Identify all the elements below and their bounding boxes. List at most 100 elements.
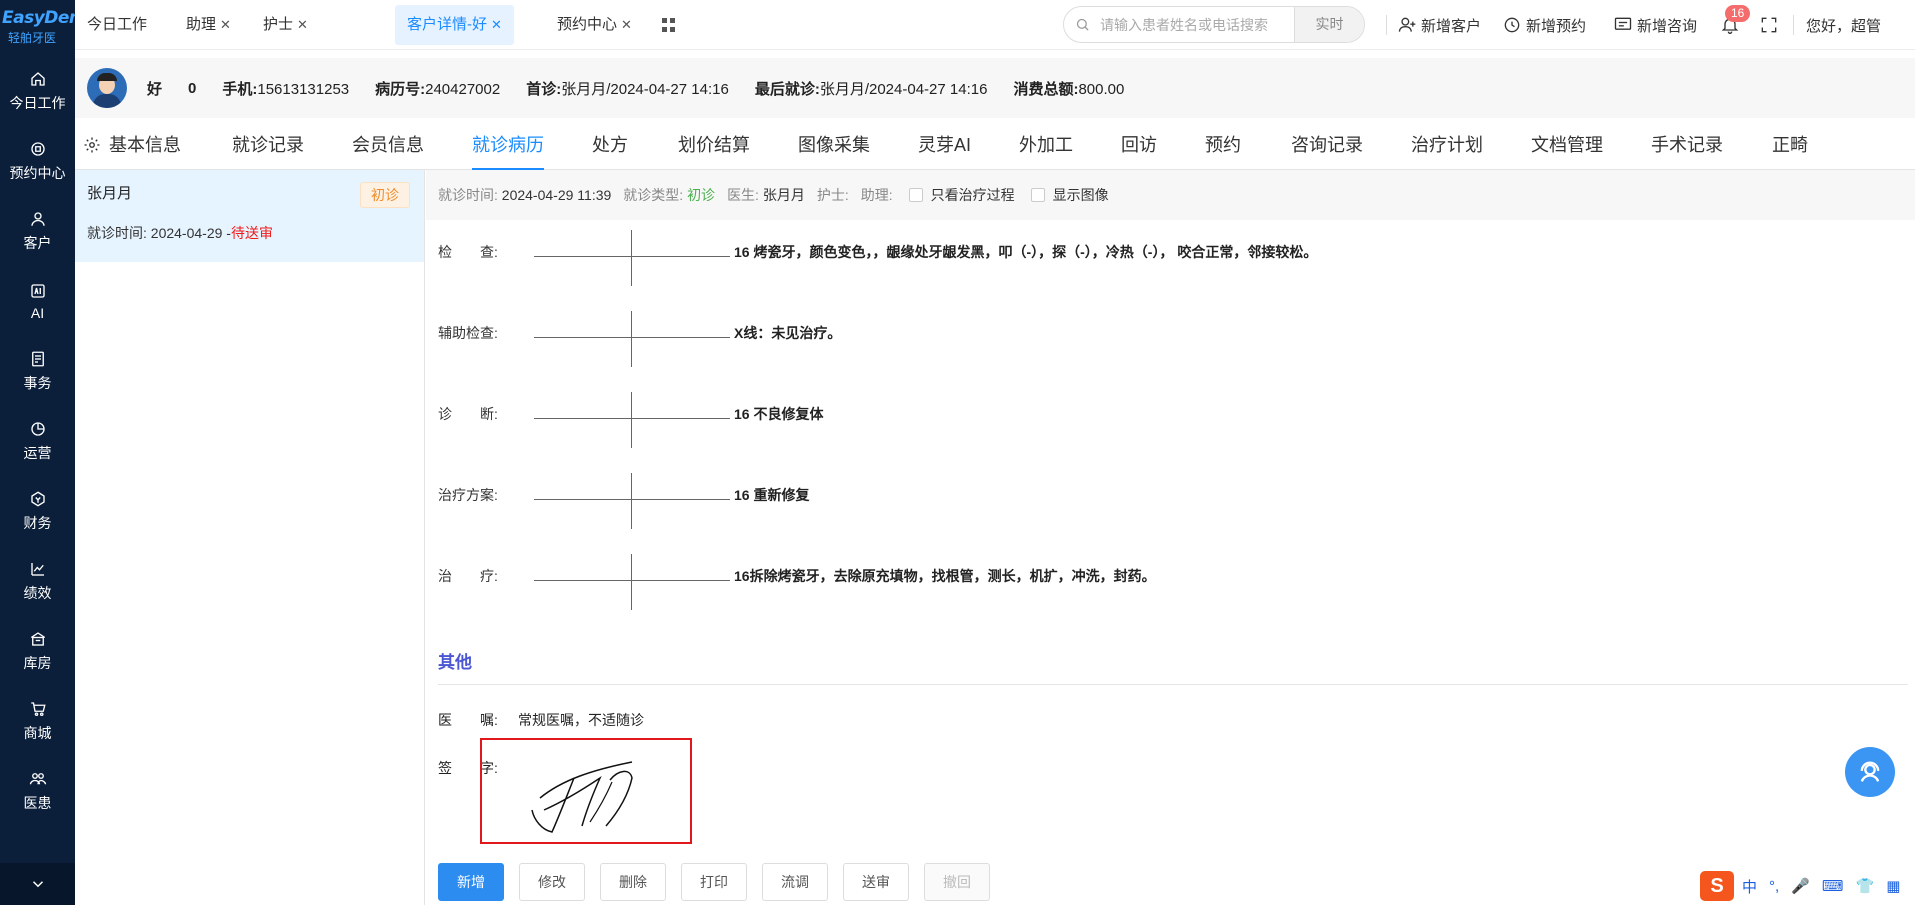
tab-image-capture[interactable]: 图像采集	[798, 120, 870, 170]
doctor-patient-icon	[29, 772, 46, 784]
sidebar-item-9[interactable]: 商城	[0, 686, 75, 756]
sidebar-item-5[interactable]: 运营	[0, 406, 75, 476]
new-appointment-button[interactable]: 新增预约	[1502, 0, 1586, 50]
close-icon[interactable]: ✕	[297, 17, 308, 32]
shirt-icon[interactable]: 👕	[1856, 877, 1875, 895]
tab-prescription[interactable]: 处方	[592, 120, 628, 170]
tab-basic-info[interactable]: 基本信息	[83, 120, 181, 170]
list-item[interactable]: 张月月 初诊 就诊时间: 2024-04-29 -待送审	[75, 170, 424, 262]
chevron-down-icon	[32, 881, 43, 888]
field-label: 医 嘱:	[438, 712, 498, 728]
pie-chart-icon	[30, 421, 45, 436]
new-consult-label: 新增咨询	[1637, 17, 1698, 35]
user-menu[interactable]: 您好，超管	[1806, 0, 1881, 50]
user-icon	[30, 211, 45, 226]
sidebar-item-0[interactable]: 今日工作	[0, 56, 75, 126]
sidebar-item-1[interactable]: 预约中心	[0, 126, 75, 196]
tooth-position-chart[interactable]	[534, 392, 730, 448]
tooth-position-chart[interactable]	[534, 311, 730, 367]
field-label: 治疗方案:	[438, 487, 498, 503]
sidebar-item-2[interactable]: 客户	[0, 196, 75, 266]
add-button[interactable]: 新增	[438, 863, 504, 901]
tab-assistant[interactable]: 助理 ✕	[174, 5, 243, 45]
brand-subtitle: 轻舶牙医	[8, 31, 57, 45]
cart-icon	[30, 701, 46, 716]
delete-button[interactable]: 删除	[600, 863, 666, 901]
left-sidebar: EasyDent 轻舶牙医 今日工作 预约中心 客户 AI 事务 运营 财务 绩效库房商城 医患	[0, 0, 89, 905]
field-label: 辅助检查:	[438, 325, 498, 341]
sidebar-item-10[interactable]: 医患	[0, 756, 75, 826]
close-icon[interactable]: ✕	[220, 17, 231, 32]
field-label: 诊 断:	[438, 406, 498, 422]
tab-pricing[interactable]: 划价结算	[678, 120, 750, 170]
doctor-label: 医生:	[727, 187, 759, 203]
realtime-button[interactable]: 实时	[1294, 7, 1364, 42]
ime-toolbar[interactable]: S 中 °, 🎤 ⌨ 👕 ▦	[1700, 870, 1912, 902]
keyboard-icon[interactable]: ⌨	[1822, 877, 1844, 895]
tab-today-work[interactable]: 今日工作	[75, 5, 159, 45]
tab-visit-records[interactable]: 就诊记录	[232, 120, 304, 170]
tab-follow-up[interactable]: 回访	[1121, 120, 1157, 170]
sidebar-item-label: 库房	[23, 654, 52, 671]
tab-documents[interactable]: 文档管理	[1531, 120, 1603, 170]
epidemiology-button[interactable]: 流调	[762, 863, 828, 901]
tab-nurse[interactable]: 护士 ✕	[251, 5, 320, 45]
tab-orthodontics[interactable]: 正畸	[1772, 120, 1808, 170]
ime-language[interactable]: 中	[1742, 876, 1757, 897]
edit-button[interactable]: 修改	[519, 863, 585, 901]
submit-review-button[interactable]: 送审	[843, 863, 909, 901]
patient-first-visit: 首诊:张月月/2024-04-27 14:16	[526, 80, 729, 98]
add-clock-icon	[1504, 17, 1520, 33]
withdraw-button[interactable]: 撤回	[924, 863, 990, 901]
customer-service-button[interactable]	[1845, 747, 1895, 797]
tab-surgery-records[interactable]: 手术记录	[1651, 120, 1723, 170]
patient-phone: 手机:15613131253	[222, 80, 350, 98]
sidebar-expand-button[interactable]	[0, 863, 75, 905]
field-advice: 医 嘱: 常规医嘱，不适随诊	[438, 710, 644, 730]
sidebar-item-4[interactable]: 事务	[0, 336, 75, 406]
sidebar-item-7[interactable]: 绩效	[0, 546, 75, 616]
task-icon	[31, 351, 44, 366]
close-icon[interactable]: ✕	[621, 17, 632, 32]
ime-punctuation[interactable]: °,	[1769, 878, 1779, 895]
tab-lingya-ai[interactable]: 灵芽AI	[918, 120, 971, 170]
tab-customer-detail[interactable]: 客户详情-好 ✕	[395, 5, 514, 45]
brand-logo[interactable]: EasyDent 轻舶牙医	[0, 0, 89, 56]
tab-appointment[interactable]: 预约	[1205, 120, 1241, 170]
sidebar-item-3[interactable]: AI	[0, 266, 75, 336]
patient-total-spend: 消费总额:800.00	[1013, 80, 1125, 98]
home-icon	[30, 71, 45, 86]
tab-appointment-center[interactable]: 预约中心 ✕	[545, 5, 644, 45]
search-input[interactable]	[1100, 7, 1294, 42]
new-customer-button[interactable]: 新增客户	[1397, 0, 1481, 50]
tooth-position-chart[interactable]	[534, 473, 730, 529]
visit-record-list: 张月月 初诊 就诊时间: 2024-04-29 -待送审	[75, 170, 425, 905]
record-time: 就诊时间: 2024-04-29 -待送审	[87, 225, 273, 241]
sidebar-item-6[interactable]: 财务	[0, 476, 75, 546]
apps-icon[interactable]: ▦	[1886, 877, 1900, 895]
apps-grid-icon[interactable]	[662, 18, 676, 32]
close-icon[interactable]: ✕	[491, 17, 502, 32]
new-consult-button[interactable]: 新增咨询	[1613, 0, 1697, 50]
support-agent-icon	[1860, 761, 1880, 782]
tab-outsourcing[interactable]: 外加工	[1019, 120, 1073, 170]
greeting-text: 您好，超管	[1806, 17, 1882, 35]
sidebar-item-8[interactable]: 库房	[0, 616, 75, 686]
microphone-icon[interactable]: 🎤	[1791, 877, 1810, 895]
tooth-position-chart[interactable]	[534, 554, 730, 610]
tab-consult-records[interactable]: 咨询记录	[1291, 120, 1363, 170]
print-button[interactable]: 打印	[681, 863, 747, 901]
tab-medical-record[interactable]: 就诊病历	[472, 120, 544, 170]
fullscreen-button[interactable]	[1759, 0, 1783, 50]
tab-treatment-plan[interactable]: 治疗计划	[1411, 120, 1483, 170]
only-treatment-checkbox[interactable]	[908, 188, 923, 202]
tab-member-info[interactable]: 会员信息	[352, 120, 424, 170]
chat-icon	[1614, 17, 1632, 30]
visit-time-label: 就诊时间:	[438, 187, 498, 203]
signature-box[interactable]	[480, 738, 692, 844]
visit-type-badge: 初诊	[360, 182, 410, 208]
fullscreen-icon	[1761, 17, 1777, 33]
tooth-position-chart[interactable]	[534, 230, 730, 286]
patient-search: 实时	[1063, 6, 1365, 43]
show-images-checkbox[interactable]	[1030, 188, 1045, 202]
